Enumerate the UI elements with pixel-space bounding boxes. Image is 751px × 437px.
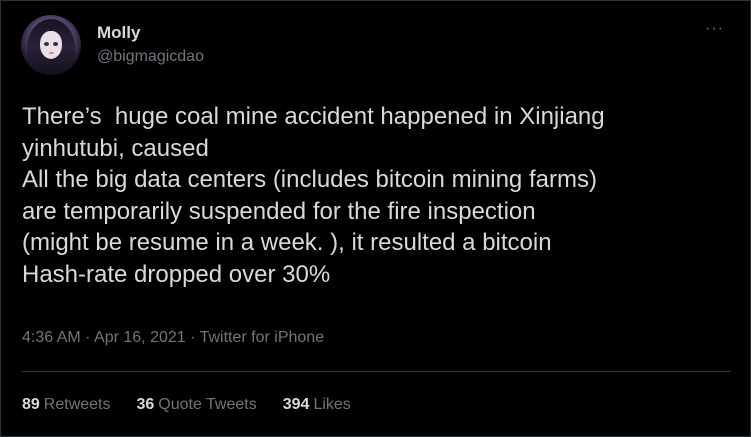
retweets-label: Retweets bbox=[43, 396, 111, 413]
tweet-card: Molly @bigmagicdao ··· There’s huge coal… bbox=[0, 0, 751, 437]
more-horizontal-icon[interactable]: ··· bbox=[705, 21, 724, 37]
quote-tweets-stat[interactable]: 36 Quote Tweets bbox=[137, 396, 257, 414]
retweets-stat[interactable]: 89 Retweets bbox=[22, 396, 111, 414]
avatar-eye bbox=[44, 42, 49, 46]
author-handle[interactable]: @bigmagicdao bbox=[97, 48, 204, 66]
avatar-eye bbox=[53, 42, 58, 46]
tweet-stats: 89 Retweets 36 Quote Tweets 394 Likes bbox=[22, 396, 351, 414]
tweet-timestamp[interactable]: 4:36 AM · Apr 16, 2021 · Twitter for iPh… bbox=[22, 329, 324, 347]
avatar-face bbox=[40, 31, 62, 59]
quote-tweets-label: Quote Tweets bbox=[158, 396, 257, 413]
likes-label: Likes bbox=[313, 396, 351, 413]
avatar[interactable] bbox=[21, 15, 81, 75]
divider bbox=[22, 371, 731, 372]
avatar-mouth bbox=[49, 52, 54, 54]
retweets-count: 89 bbox=[22, 396, 40, 413]
likes-stat[interactable]: 394 Likes bbox=[283, 396, 351, 414]
author-name[interactable]: Molly bbox=[97, 23, 140, 43]
likes-count: 394 bbox=[282, 396, 310, 413]
tweet-text: There’s huge coal mine accident happened… bbox=[22, 103, 605, 288]
quote-tweets-count: 36 bbox=[136, 396, 155, 413]
